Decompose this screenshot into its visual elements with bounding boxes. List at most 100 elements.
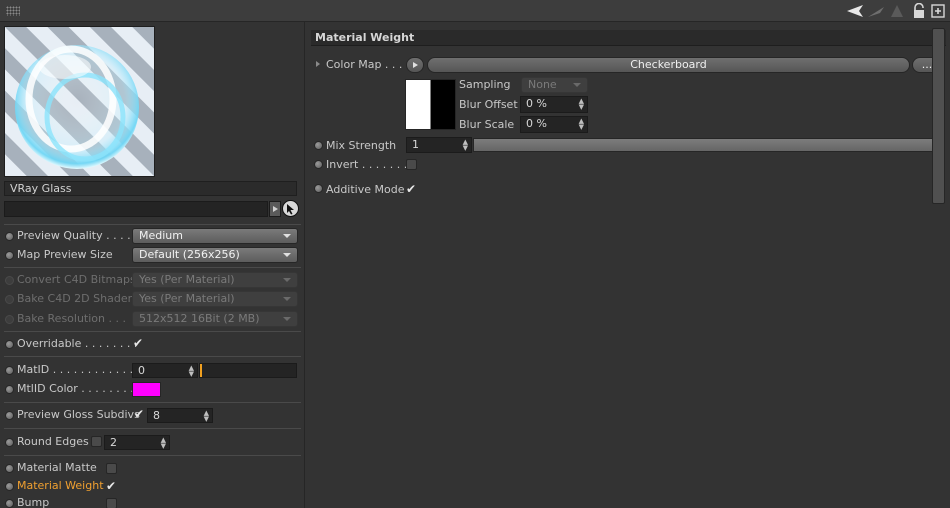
divider — [4, 331, 301, 332]
new-window-icon[interactable] — [931, 3, 945, 19]
material-weight-label[interactable]: Material Weight — [17, 479, 104, 492]
material-matte-checkbox[interactable] — [106, 463, 117, 474]
animate-dot[interactable] — [5, 438, 14, 447]
sampling-dropdown: None — [521, 77, 588, 93]
slider-handle[interactable] — [200, 364, 202, 377]
preview-gloss-input[interactable]: 8 ▲ ▼ — [147, 408, 213, 423]
mix-strength-input[interactable]: 1 ▲ ▼ — [406, 137, 472, 153]
lock-icon[interactable] — [912, 3, 926, 19]
divider — [4, 356, 301, 357]
matid-input[interactable]: 0 ▲ ▼ — [132, 363, 198, 378]
map-preview-size-dropdown[interactable]: Default (256x256) — [132, 247, 298, 263]
material-weight-panel: Material Weight Color Map . . . Checkerb… — [309, 22, 950, 508]
overridable-checkbox[interactable]: ✔ — [133, 337, 143, 349]
preview-gloss-label: Preview Gloss Subdivs — [17, 408, 140, 421]
animate-dot — [5, 295, 14, 304]
animate-dot[interactable] — [5, 366, 14, 375]
material-preview[interactable] — [4, 26, 155, 177]
grip-icon[interactable] — [6, 6, 20, 16]
mtlid-color-swatch[interactable] — [132, 382, 161, 397]
animate-dot[interactable] — [5, 251, 14, 260]
map-preview-size-row: Map Preview Size Default (256x256) — [0, 246, 305, 265]
preview-gloss-row: Preview Gloss Subdivs ✔ 8 ▲ ▼ — [0, 406, 305, 425]
preview-quality-label: Preview Quality . . . . . — [17, 229, 138, 242]
color-map-arrow-button[interactable] — [406, 57, 424, 73]
blur-offset-value: 0 % — [526, 97, 547, 110]
additive-mode-label: Additive Mode — [326, 183, 405, 196]
divider — [4, 224, 301, 225]
material-weight-checkbox[interactable]: ✔ — [106, 480, 116, 492]
up-icon[interactable] — [889, 3, 905, 19]
animate-dot[interactable] — [5, 340, 14, 349]
round-edges-checkbox[interactable] — [91, 436, 102, 447]
preview-quality-dropdown[interactable]: Medium — [132, 228, 298, 244]
animate-dot[interactable] — [5, 232, 14, 241]
preview-quality-row: Preview Quality . . . . . Medium — [0, 227, 305, 246]
spinner-icon[interactable]: ▲ ▼ — [579, 118, 584, 131]
mtlid-color-label: MtlID Color . . . . . . . . — [17, 382, 134, 395]
material-name-field[interactable]: VRay Glass — [4, 181, 297, 196]
mtlid-color-row: MtlID Color . . . . . . . . — [0, 380, 305, 399]
expand-triangle-icon[interactable] — [316, 61, 320, 67]
bump-checkbox[interactable] — [106, 498, 117, 508]
animate-dot[interactable] — [314, 141, 323, 150]
divider — [4, 428, 301, 429]
spinner-icon[interactable]: ▲ ▼ — [161, 437, 166, 450]
animate-dot — [5, 276, 14, 285]
round-edges-row: Round Edges 2 ▲ ▼ — [0, 433, 305, 452]
bake-resolution-label: Bake Resolution . . . — [17, 312, 126, 325]
convert-bitmaps-dropdown: Yes (Per Material) — [132, 272, 298, 288]
blur-offset-label: Blur Offset — [459, 98, 518, 111]
divider — [4, 267, 301, 268]
matid-row: MatID . . . . . . . . . . . . . 0 ▲ ▼ — [0, 361, 305, 380]
additive-mode-checkbox[interactable]: ✔ — [406, 183, 416, 195]
round-edges-value: 2 — [110, 436, 117, 449]
color-map-shader-button[interactable]: Checkerboard — [427, 57, 910, 73]
animate-dot[interactable] — [314, 184, 323, 193]
sampling-label: Sampling — [459, 78, 511, 91]
animate-dot — [5, 315, 14, 324]
invert-checkbox[interactable] — [406, 159, 417, 170]
animate-dot[interactable] — [5, 499, 14, 508]
preview-gloss-value: 8 — [153, 409, 160, 422]
bake-shaders-dropdown: Yes (Per Material) — [132, 291, 298, 307]
blur-scale-input[interactable]: 0 % ▲ ▼ — [520, 116, 588, 133]
cursor-picker-icon[interactable] — [282, 200, 299, 217]
mix-strength-slider[interactable] — [473, 138, 943, 152]
material-matte-row: Material Matte — [0, 459, 305, 478]
spinner-icon[interactable]: ▲ ▼ — [579, 98, 584, 111]
material-path-field[interactable] — [4, 201, 268, 217]
checkerboard-thumbnail[interactable] — [405, 79, 456, 130]
animate-dot[interactable] — [5, 464, 14, 473]
bake-shaders-row: Bake C4D 2D Shaders Yes (Per Material) — [0, 290, 305, 309]
color-map-label: Color Map . . . — [326, 58, 403, 71]
map-preview-size-label: Map Preview Size — [17, 248, 113, 261]
bake-resolution-row: Bake Resolution . . . 512x512 16Bit (2 M… — [0, 310, 305, 329]
arrow-forward-icon[interactable] — [866, 3, 886, 19]
matid-slider[interactable] — [199, 363, 297, 378]
round-edges-label: Round Edges — [17, 435, 89, 448]
path-arrow-button[interactable] — [269, 201, 281, 217]
arrow-back-icon[interactable] — [845, 3, 865, 19]
blur-scale-label: Blur Scale — [459, 118, 515, 131]
matid-value: 0 — [138, 364, 145, 377]
animate-dot[interactable] — [314, 160, 323, 169]
overridable-label: Overridable . . . . . . . . — [17, 337, 138, 350]
divider — [4, 402, 301, 403]
spinner-icon[interactable]: ▲ ▼ — [463, 139, 468, 152]
round-edges-input[interactable]: 2 ▲ ▼ — [104, 435, 170, 450]
blur-offset-input[interactable]: 0 % ▲ ▼ — [520, 96, 588, 113]
material-matte-label: Material Matte — [17, 461, 97, 474]
animate-dot[interactable] — [5, 482, 14, 491]
bake-resolution-dropdown: 512x512 16Bit (2 MB) — [132, 311, 298, 327]
material-settings-panel: VRay Glass Preview Quality . . . . . Med… — [0, 22, 305, 508]
animate-dot[interactable] — [5, 385, 14, 394]
spinner-icon[interactable]: ▲ ▼ — [204, 410, 209, 423]
preview-gloss-checkbox[interactable]: ✔ — [134, 408, 144, 420]
bake-shaders-label: Bake C4D 2D Shaders — [17, 292, 138, 305]
mix-strength-label: Mix Strength — [326, 139, 397, 152]
mix-strength-value: 1 — [412, 138, 419, 151]
spinner-icon[interactable]: ▲ ▼ — [189, 365, 194, 378]
animate-dot[interactable] — [5, 411, 14, 420]
vertical-scrollbar[interactable] — [932, 28, 945, 204]
